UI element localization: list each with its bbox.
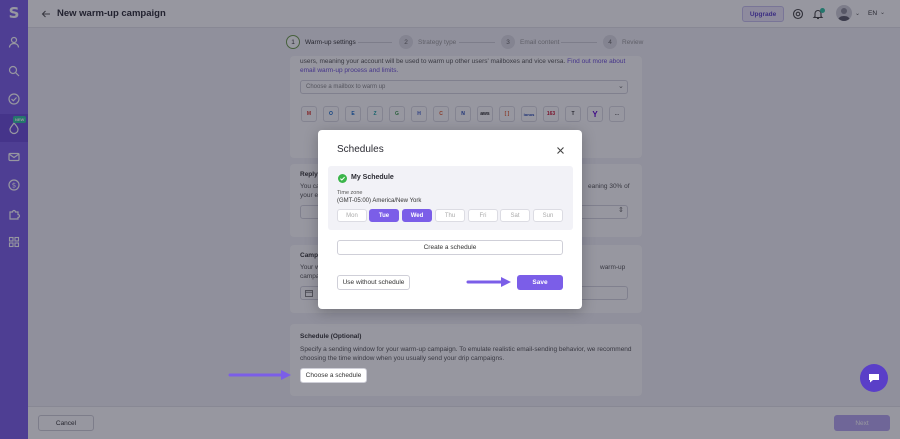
chat-widget-button[interactable] bbox=[860, 364, 888, 392]
save-button[interactable]: Save bbox=[517, 275, 563, 290]
annotation-arrow-save bbox=[466, 276, 514, 288]
day-fri[interactable]: Fri bbox=[468, 209, 498, 222]
day-mon[interactable]: Mon bbox=[337, 209, 367, 222]
timezone-value: (GMT-05:00) America/New York bbox=[337, 198, 422, 204]
day-wed[interactable]: Wed bbox=[402, 209, 432, 222]
create-schedule-button[interactable]: Create a schedule bbox=[337, 240, 563, 255]
choose-schedule-button-highlight[interactable]: Choose a schedule bbox=[300, 368, 367, 383]
use-without-schedule-button[interactable]: Use without schedule bbox=[337, 275, 410, 290]
day-thu[interactable]: Thu bbox=[435, 209, 465, 222]
timezone-label: Time zone bbox=[337, 190, 363, 196]
day-sat[interactable]: Sat bbox=[500, 209, 530, 222]
annotation-arrow-choose bbox=[228, 369, 294, 381]
modal-close-button[interactable] bbox=[556, 146, 565, 155]
day-tue[interactable]: Tue bbox=[369, 209, 399, 222]
chat-icon bbox=[869, 374, 879, 383]
check-circle-icon bbox=[338, 174, 347, 183]
modal-title: Schedules bbox=[337, 144, 384, 155]
day-sun[interactable]: Sun bbox=[533, 209, 563, 222]
close-icon bbox=[557, 147, 564, 154]
schedule-name: My Schedule bbox=[351, 174, 394, 181]
